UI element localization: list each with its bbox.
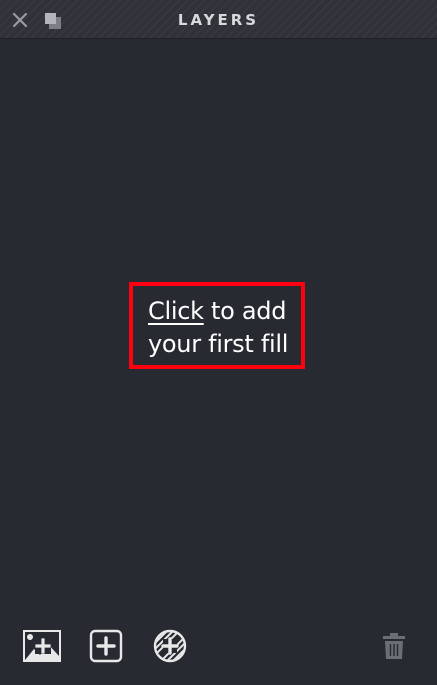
layers-panel: LAYERS Click to add your first fill bbox=[0, 0, 437, 685]
panel-title: LAYERS bbox=[177, 11, 260, 29]
click-link[interactable]: Click bbox=[148, 297, 204, 325]
prompt-line-2: your first fill bbox=[148, 330, 289, 358]
add-image-fill-button[interactable] bbox=[23, 629, 61, 663]
add-pattern-fill-icon bbox=[153, 629, 187, 663]
delete-button[interactable] bbox=[382, 632, 406, 660]
prompt-text-1: to add bbox=[203, 297, 287, 325]
add-color-fill-button[interactable] bbox=[89, 629, 123, 663]
prompt-line-1: Click to add bbox=[148, 297, 286, 325]
add-pattern-fill-button[interactable] bbox=[153, 629, 187, 663]
trash-icon bbox=[383, 633, 405, 659]
add-image-fill-icon bbox=[23, 630, 61, 662]
add-first-fill-prompt[interactable]: Click to add your first fill bbox=[129, 282, 305, 369]
panel-header: LAYERS bbox=[0, 0, 437, 39]
add-color-fill-icon bbox=[89, 629, 123, 663]
